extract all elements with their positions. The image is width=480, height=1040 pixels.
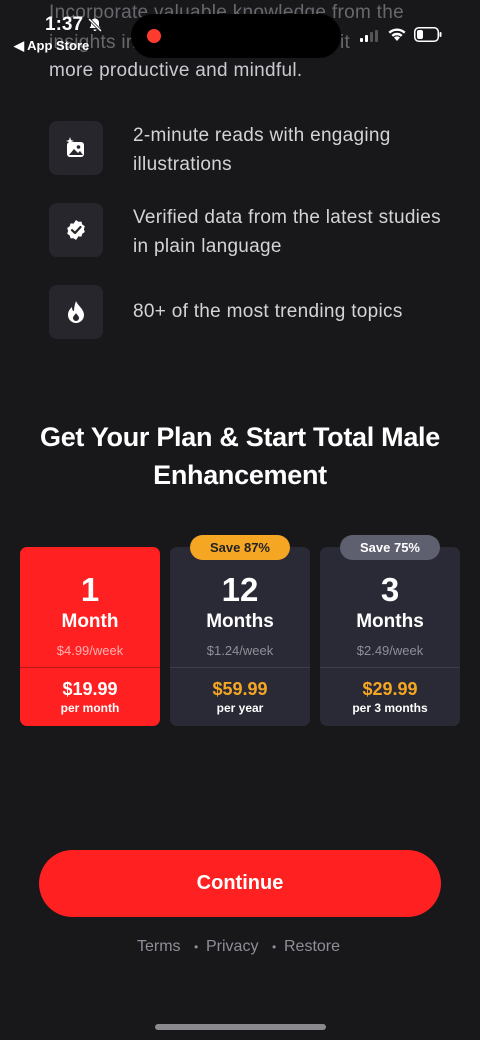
savings-badge: Save 87% xyxy=(190,535,290,560)
plan-weekly-price: $2.49/week xyxy=(356,643,424,658)
link-separator: • xyxy=(272,940,277,954)
terms-link[interactable]: Terms xyxy=(137,938,181,956)
plan-weekly-price: $4.99/week xyxy=(56,643,124,658)
plan-card-3-months[interactable]: Save 75% 3 Months $2.49/week $29.99 per … xyxy=(320,535,460,726)
intro-line-3: more productive and mindful. xyxy=(49,60,303,81)
verified-badge-icon xyxy=(67,220,85,240)
feature-text: 2-minute reads with engaging illustratio… xyxy=(133,125,391,175)
plan-price: $29.99 xyxy=(362,679,418,699)
privacy-link[interactable]: Privacy xyxy=(206,938,258,956)
signal-icon xyxy=(360,30,378,42)
feature-text: 80+ of the most trending topics xyxy=(133,301,403,322)
feature-item: 80+ of the most trending topics xyxy=(49,285,449,339)
home-indicator[interactable] xyxy=(155,1024,326,1030)
plan-number: 3 xyxy=(380,571,400,608)
plan-weekly-price: $1.24/week xyxy=(206,643,274,658)
feature-item: 2-minute reads with engaging illustratio… xyxy=(49,121,449,175)
plan-card-12-months[interactable]: Save 87% 12 Months $1.24/week $59.99 per… xyxy=(170,535,310,726)
recording-indicator xyxy=(147,29,161,43)
plan-price: $59.99 xyxy=(212,679,268,699)
plan-period: per month xyxy=(60,701,120,715)
plan-period: per 3 months xyxy=(352,701,428,715)
battery-icon xyxy=(414,27,442,42)
plan-unit: Months xyxy=(206,611,274,632)
footer-links: Terms • Privacy • Restore xyxy=(0,938,480,960)
plan-period: per year xyxy=(216,701,264,715)
link-separator: • xyxy=(194,940,199,954)
back-to-app-store[interactable]: ◀ App Store xyxy=(14,38,89,54)
restore-link[interactable]: Restore xyxy=(284,938,340,956)
dynamic-island xyxy=(131,14,341,58)
savings-badge: Save 75% xyxy=(340,535,440,560)
plan-divider xyxy=(170,667,310,668)
feature-item: Verified data from the latest studies in… xyxy=(49,203,449,257)
status-bar: 1:37 ◀ App Store xyxy=(0,0,480,60)
plan-divider xyxy=(320,667,460,668)
plan-number: 12 xyxy=(221,571,259,608)
wifi-icon xyxy=(388,28,406,41)
status-time: 1:37 xyxy=(45,14,84,35)
flame-icon xyxy=(68,301,84,323)
plan-divider xyxy=(20,667,160,668)
feature-text: Verified data from the latest studies in… xyxy=(133,207,441,257)
image-sparkle-icon xyxy=(66,137,84,157)
plan-number: 1 xyxy=(80,571,100,608)
plan-price: $19.99 xyxy=(62,679,118,699)
plan-unit: Months xyxy=(356,611,424,632)
bell-muted-icon xyxy=(87,17,103,33)
continue-button[interactable]: Continue xyxy=(39,850,441,917)
page-title: Get Your Plan & Start Total Male Enhance… xyxy=(40,422,440,490)
plan-unit: Month xyxy=(61,611,119,632)
plan-card-1-month[interactable]: 1 Month $4.99/week $19.99 per month xyxy=(20,547,160,726)
